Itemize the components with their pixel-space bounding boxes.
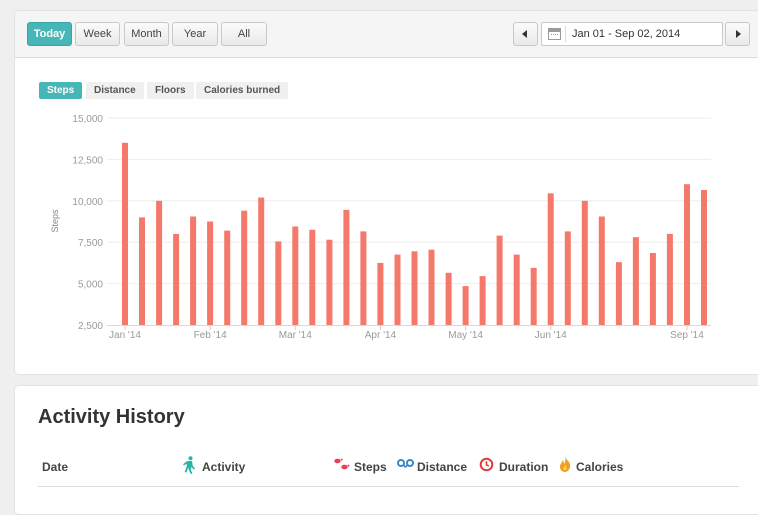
steps-bar[interactable] [343,209,350,325]
steps-bar[interactable] [684,184,690,325]
activity-history-title: Activity History [38,406,185,428]
y-axis-label: Steps [50,209,60,233]
y-tick-label: 5,000 [78,280,103,291]
steps-bar[interactable] [241,210,248,325]
y-tick-label: 10,000 [72,197,103,208]
distance-icon [397,459,414,468]
steps-bar[interactable] [581,200,588,325]
steps-bar[interactable] [377,262,384,325]
steps-bar[interactable] [701,190,707,325]
column-distance[interactable]: Distance [417,460,467,474]
steps-bar[interactable] [292,226,299,326]
activity-history-panel: Activity History Date Activity Steps Dis… [14,385,758,515]
steps-bar[interactable] [479,276,486,325]
column-activity[interactable]: Activity [202,460,245,474]
x-tick-label: Feb '14 [194,330,227,341]
steps-bar[interactable] [462,286,469,325]
column-calories[interactable]: Calories [576,460,623,474]
steps-bar[interactable] [615,262,622,325]
steps-bar[interactable] [309,229,316,325]
steps-bar[interactable] [275,241,282,325]
column-steps[interactable]: Steps [354,460,387,474]
steps-bar[interactable] [394,254,401,325]
steps-bar[interactable] [139,217,145,325]
steps-bar[interactable] [513,254,520,325]
steps-bar[interactable] [411,251,418,325]
column-duration[interactable]: Duration [499,460,548,474]
steps-bar[interactable] [632,237,639,325]
steps-bar[interactable] [666,233,673,325]
steps-bar[interactable] [224,230,231,325]
steps-bar[interactable] [428,249,435,325]
steps-bar[interactable] [326,239,333,325]
steps-bar[interactable] [530,267,537,325]
x-tick-label: Mar '14 [279,330,312,341]
steps-bar[interactable] [122,142,128,325]
x-tick-label: May '14 [448,330,483,341]
steps-bar-chart: 15,000 12,500 10,000 7,500 5,000 2,500 Steps Ja… [50,114,711,341]
x-tick-label: Sep '14 [670,330,704,341]
y-tick-label: 2,500 [78,321,103,332]
stopwatch-icon [479,457,494,472]
footprints-icon [334,458,350,470]
steps-bar[interactable] [564,231,571,325]
steps-bar[interactable] [207,221,214,326]
steps-bar[interactable] [360,231,367,325]
steps-bar[interactable] [649,253,656,325]
x-tick-label: Jan '14 [109,330,141,341]
steps-bar[interactable] [496,235,503,325]
steps-bar[interactable] [547,193,554,325]
steps-bar[interactable] [258,197,265,326]
steps-bar[interactable] [156,200,163,325]
y-tick-label: 12,500 [72,155,103,166]
walking-icon [183,456,195,474]
y-tick-label: 15,000 [72,114,103,125]
table-header-divider [38,486,739,487]
flame-icon [559,456,571,472]
x-tick-label: Jun '14 [535,330,567,341]
steps-bar[interactable] [598,216,605,326]
steps-bar[interactable] [445,272,452,325]
y-tick-label: 7,500 [78,238,103,249]
column-date[interactable]: Date [42,460,68,474]
steps-bar[interactable] [190,216,197,326]
steps-panel: Today Week Month Year All Jan 01 - Sep 0… [14,10,758,375]
steps-bar[interactable] [173,233,180,325]
x-tick-label: Apr '14 [365,330,397,341]
